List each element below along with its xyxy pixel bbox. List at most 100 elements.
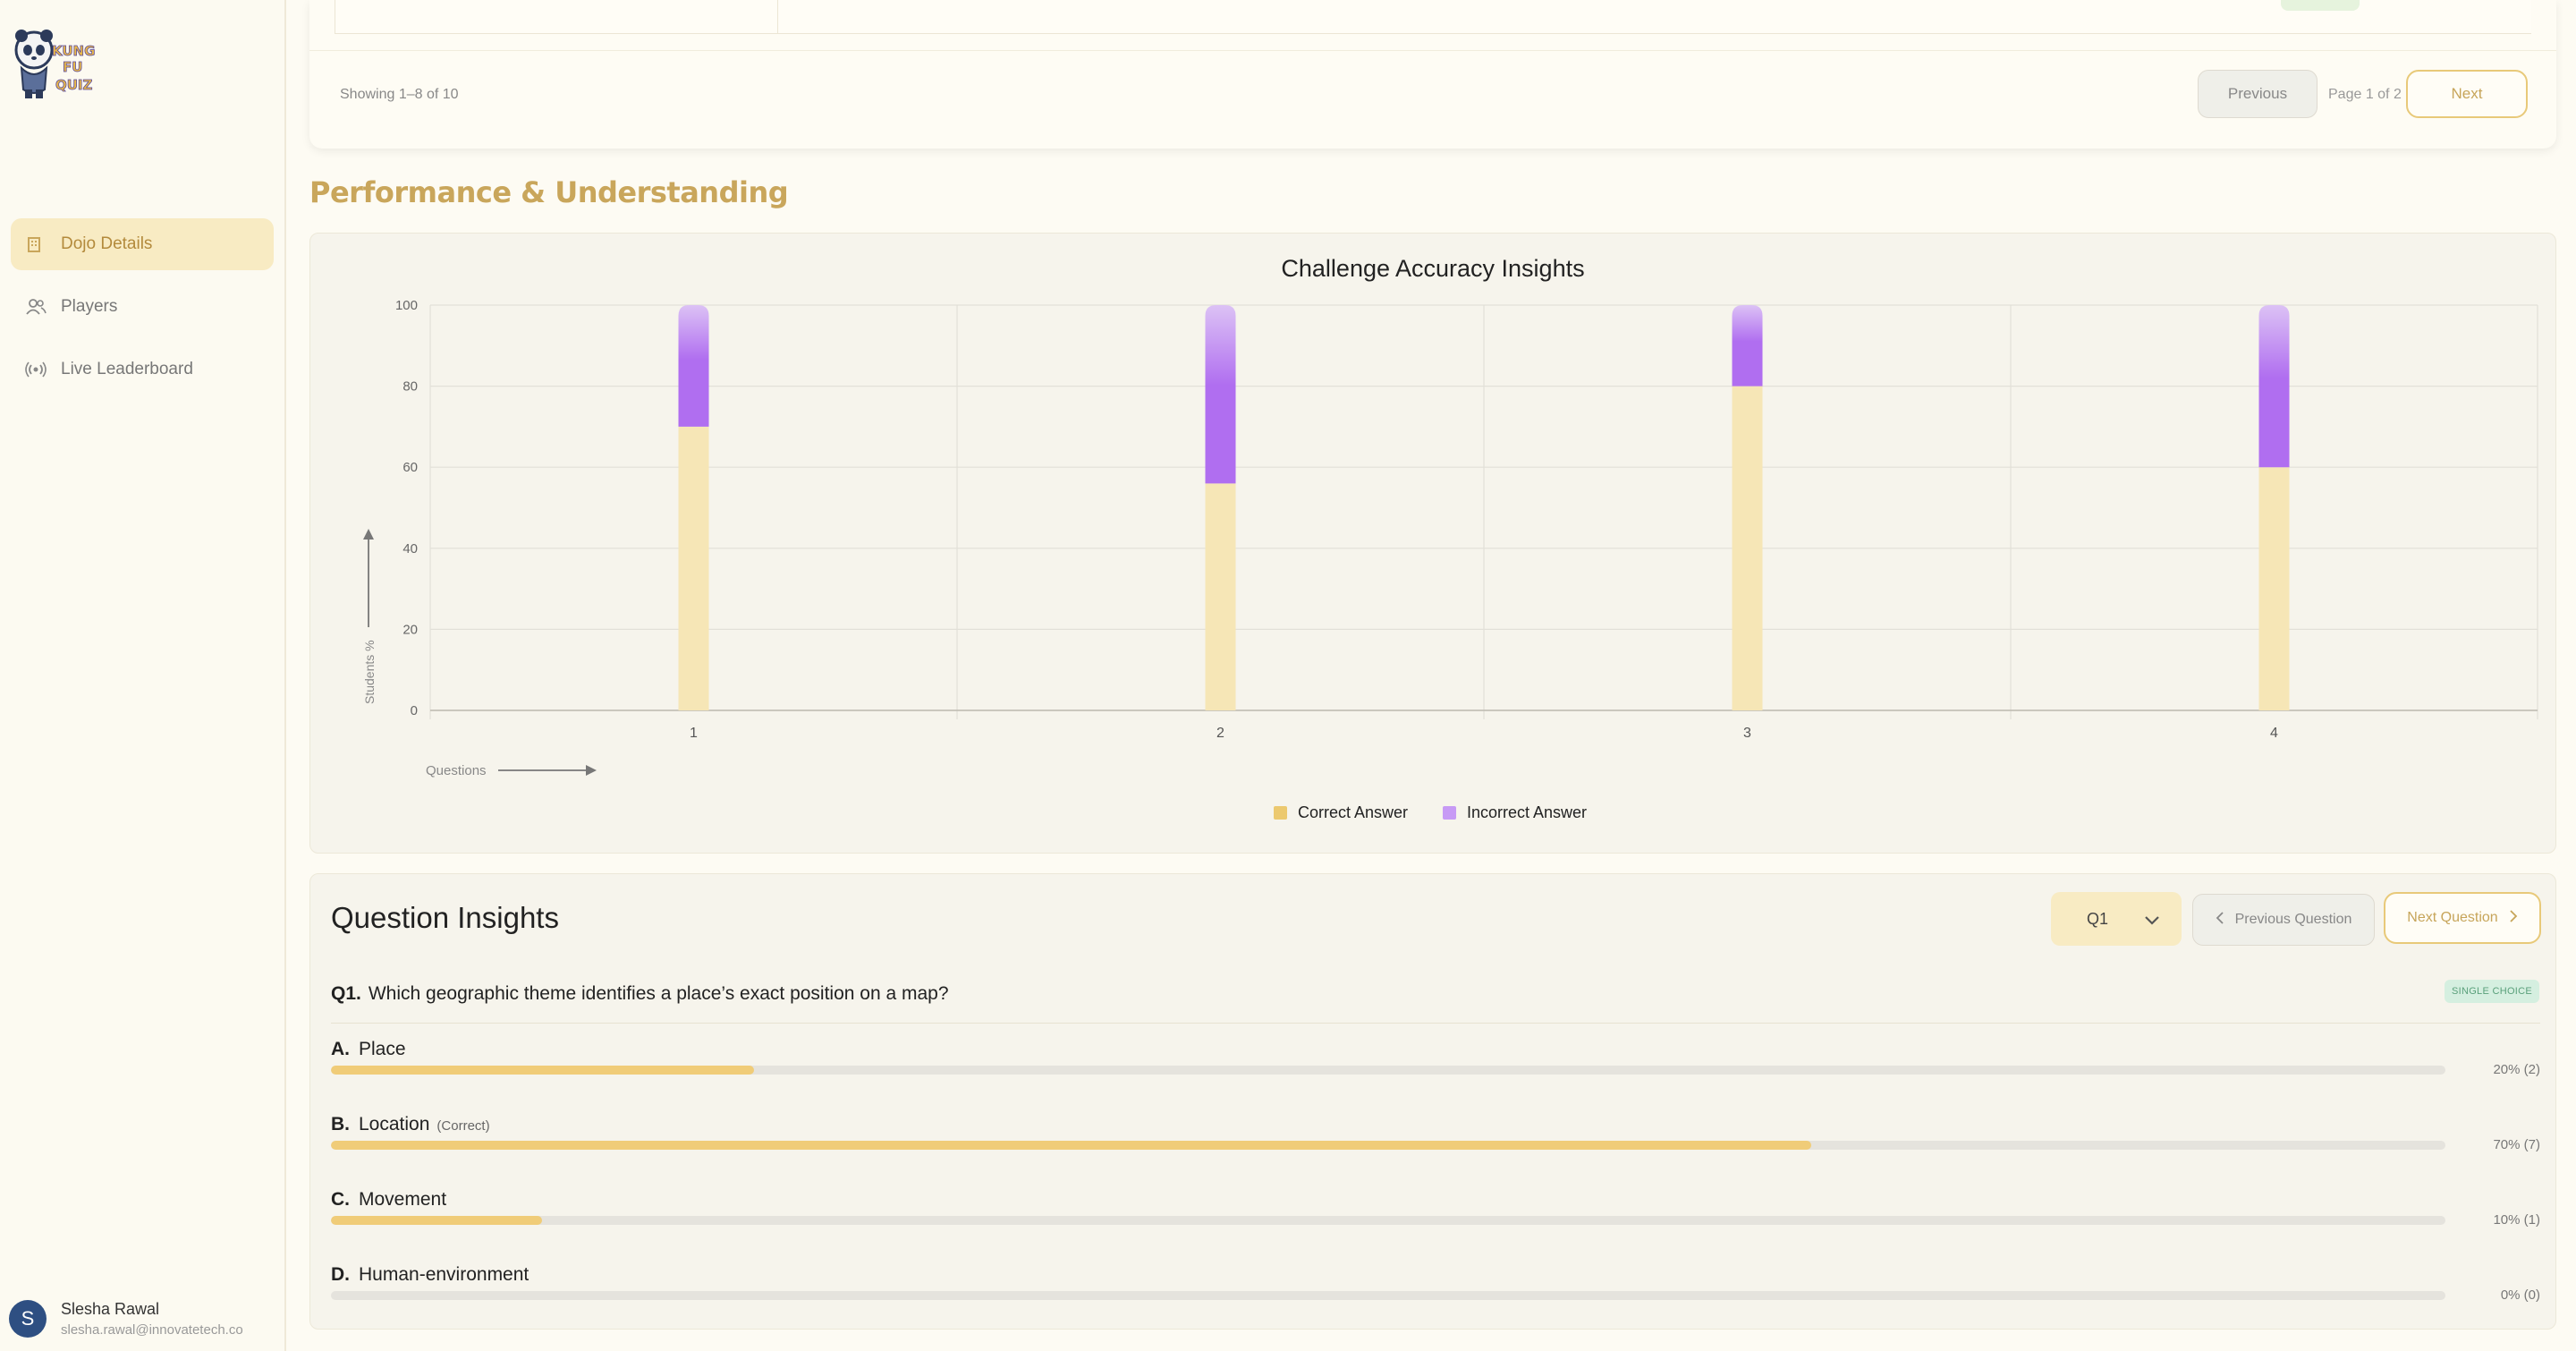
legend-swatch [1443,806,1456,820]
bar-incorrect [678,305,709,427]
sidebar-item-label: Dojo Details [61,234,153,253]
x-tick-label: 3 [1743,726,1751,741]
option-text: Place [359,1039,406,1059]
bar-correct [678,426,709,710]
y-tick-label: 60 [402,460,418,475]
option-label: A. Place [331,1039,2540,1060]
divider [331,1023,2540,1024]
option-stat: 10% (1) [2493,1212,2540,1228]
option-text: Movement [359,1189,447,1210]
previous-question-label: Previous Question [2234,912,2352,927]
progress-track [331,1216,2445,1225]
status-badge [2281,0,2360,11]
svg-text:QUIZ: QUIZ [55,77,93,93]
option-text: Location [359,1114,430,1134]
previous-question-button[interactable]: Previous Question [2192,894,2375,946]
option-row-c: C. Movement 10% (1) [331,1189,2540,1228]
bar-correct [1205,483,1236,710]
players-table-card: Showing 1–8 of 10 Previous Page 1 of 2 N… [309,0,2556,149]
bar-incorrect [1732,305,1763,387]
user-name: Slesha Rawal [61,1300,160,1318]
legend-swatch [1274,806,1287,820]
question-number: Q1. [331,983,361,1004]
progress-track [331,1066,2445,1075]
accuracy-chart-card: Challenge Accuracy Insights 0 20 40 60 80 100… [309,233,2556,854]
x-tick-label: 4 [2270,726,2278,741]
progress-fill [331,1216,543,1225]
question-text-line: Q1. Which geographic theme identifies a p… [331,983,949,1005]
sidebar: KUNG FU QUIZ Dojo Details Players Live L… [0,0,286,1351]
previous-page-button[interactable]: Previous [2198,70,2318,118]
next-question-button[interactable]: Next Question [2384,892,2541,944]
table-cell [335,0,778,34]
accuracy-chart: 0 20 40 60 80 100 1 2 3 4 Students % Questions Corre… [362,298,2538,821]
progress-fill [331,1141,1811,1150]
option-letter: B. [331,1114,350,1134]
next-page-button[interactable]: Next [2406,70,2528,118]
question-text: Which geographic theme identifies a plac… [368,983,949,1004]
pagination-summary: Showing 1–8 of 10 [340,87,459,102]
next-question-label: Next Question [2407,910,2498,925]
sidebar-nav: Dojo Details Players Live Leaderboard [11,218,274,406]
y-tick-label: 0 [411,703,418,718]
option-text: Human-environment [359,1264,530,1285]
x-tick-label: 1 [690,726,698,741]
y-tick-label: 80 [402,379,418,395]
x-tick-label: 2 [1216,726,1224,741]
section-title: Performance & Understanding [309,175,789,209]
legend-label: Correct Answer [1298,803,1408,821]
option-row-a: A. Place 20% (2) [331,1039,2540,1077]
y-tick-label: 40 [402,541,418,557]
option-stat: 20% (2) [2493,1062,2540,1077]
chevron-left-icon [2216,911,2224,929]
avatar: S [9,1300,47,1338]
sidebar-item-label: Players [61,297,118,316]
bar-correct [2258,467,2290,710]
chevron-right-icon [2509,909,2518,927]
question-select[interactable]: Q1 [2051,892,2182,946]
option-label: D. Human-environment [331,1264,2540,1286]
sidebar-item-players[interactable]: Players [11,281,274,333]
y-tick-label: 100 [395,298,418,313]
progress-track [331,1141,2445,1150]
y-axis-arrowhead [363,529,374,540]
kung-fu-quiz-logo[interactable]: KUNG FU QUIZ [13,25,111,102]
y-axis-label: Students % [362,640,377,704]
svg-text:FU: FU [63,59,82,75]
bar-incorrect [2258,305,2290,468]
x-axis-arrowhead [586,765,597,776]
y-tick-label: 20 [402,622,418,637]
option-row-b: B. Location (Correct) 70% (7) [331,1114,2540,1152]
broadcast-icon [25,360,52,379]
progress-fill [331,1066,754,1075]
page-indicator: Page 1 of 2 [2328,87,2402,102]
svg-text:KUNG: KUNG [52,43,95,59]
option-letter: C. [331,1189,350,1210]
correct-tag: (Correct) [436,1118,490,1134]
bar-correct [1732,386,1763,710]
progress-track [331,1291,2445,1300]
chevron-down-icon [2144,912,2160,930]
x-axis-label: Questions [426,763,487,778]
table-row [778,0,2531,34]
divider [309,50,2556,51]
question-type-badge: SINGLE CHOICE [2445,980,2539,1003]
option-stat: 0% (0) [2500,1287,2540,1303]
option-label: B. Location (Correct) [331,1114,2540,1135]
sidebar-item-dojo-details[interactable]: Dojo Details [11,218,274,270]
building-icon [25,234,52,254]
question-select-value: Q1 [2087,909,2109,928]
user-email: slesha.rawal@innovatetech.co [61,1322,243,1338]
legend-label: Incorrect Answer [1467,803,1587,821]
option-letter: D. [331,1264,350,1285]
bar-incorrect [1205,305,1236,484]
sidebar-item-label: Live Leaderboard [61,360,193,378]
users-icon [25,297,52,317]
user-profile[interactable]: S Slesha Rawal slesha.rawal@innovatetech… [9,1300,243,1338]
option-stat: 70% (7) [2493,1137,2540,1152]
question-insights-card: Question Insights Q1 Previous Question N… [309,873,2556,1330]
sidebar-item-live-leaderboard[interactable]: Live Leaderboard [11,344,274,395]
option-label: C. Movement [331,1189,2540,1211]
option-letter: A. [331,1039,350,1059]
option-row-d: D. Human-environment 0% (0) [331,1264,2540,1303]
